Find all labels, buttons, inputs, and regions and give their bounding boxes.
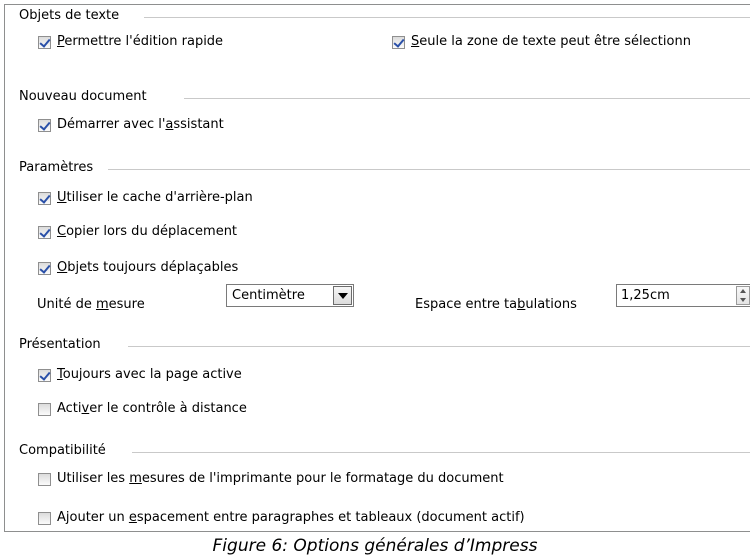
start-with-wizard-checkbox[interactable]: Démarrer avec l'assistant [38, 117, 224, 133]
tab-stops-spinbox[interactable]: 1,25cm [616, 284, 750, 307]
checkbox-box[interactable] [38, 35, 51, 49]
section-heading-compatibility: Compatibilité [19, 443, 106, 458]
section-separator [128, 346, 750, 347]
enable-remote-control-checkbox[interactable]: Activer le contrôle à distance [38, 401, 247, 417]
unit-of-measure-label: Unité de mesure [37, 297, 145, 312]
section-heading-settings: Paramètres [19, 160, 94, 175]
checkbox-box[interactable] [392, 35, 405, 49]
checkbox-box[interactable] [38, 118, 51, 132]
section-heading-new-document: Nouveau document [19, 89, 147, 104]
checkbox-box[interactable] [38, 191, 51, 205]
checkbox-box[interactable] [38, 225, 51, 239]
checkbox-box[interactable] [38, 472, 51, 486]
option-label: Activer le contrôle à distance [57, 401, 247, 416]
chevron-down-icon[interactable] [333, 286, 352, 305]
checkbox-box[interactable] [38, 368, 51, 382]
checkbox-box[interactable] [38, 261, 51, 275]
option-label: Seule la zone de texte peut être sélecti… [411, 34, 691, 49]
section-heading-presentation: Présentation [19, 337, 101, 352]
option-label: Utiliser le cache d'arrière-plan [57, 190, 253, 205]
unit-of-measure-value: Centimètre [232, 288, 305, 303]
background-cache-checkbox[interactable]: Utiliser le cache d'arrière-plan [38, 190, 253, 206]
tab-stops-value: 1,25cm [621, 288, 670, 303]
select-text-area-only-checkbox[interactable]: Seule la zone de texte peut être sélecti… [392, 34, 691, 50]
option-label: Permettre l'édition rapide [57, 34, 224, 49]
section-separator [108, 169, 750, 170]
option-label: Toujours avec la page active [57, 367, 242, 382]
add-paragraph-spacing-checkbox[interactable]: Ajouter un espacement entre paragraphes … [38, 510, 525, 526]
section-heading-text-objects: Objets de texte [19, 8, 120, 23]
option-label: Ajouter un espacement entre paragraphes … [57, 510, 525, 525]
always-with-active-page-checkbox[interactable]: Toujours avec la page active [38, 367, 242, 383]
option-label: Utiliser les mesures de l'imprimante pou… [57, 471, 504, 486]
spin-buttons[interactable] [736, 286, 750, 305]
option-label: Démarrer avec l'assistant [57, 117, 224, 132]
figure-caption: Figure 6: Options générales d’Impress [212, 536, 538, 556]
option-label: Objets toujours déplaçables [57, 260, 239, 275]
copy-while-moving-checkbox[interactable]: Copier lors du déplacement [38, 224, 237, 240]
section-separator [132, 452, 750, 453]
checkbox-box[interactable] [38, 511, 51, 525]
section-separator [184, 98, 750, 99]
use-printer-metrics-checkbox[interactable]: Utiliser les mesures de l'imprimante pou… [38, 471, 504, 487]
option-label: Copier lors du déplacement [57, 224, 238, 239]
spin-down-icon[interactable] [740, 298, 746, 302]
tab-stops-label: Espace entre tabulations [415, 297, 577, 312]
spin-up-icon[interactable] [740, 289, 746, 293]
checkbox-box[interactable] [38, 402, 51, 416]
section-separator [144, 17, 750, 18]
quick-edit-checkbox[interactable]: Permettre l'édition rapide [38, 34, 223, 50]
objects-always-movable-checkbox[interactable]: Objets toujours déplaçables [38, 260, 238, 276]
unit-of-measure-select[interactable]: Centimètre [226, 284, 354, 307]
